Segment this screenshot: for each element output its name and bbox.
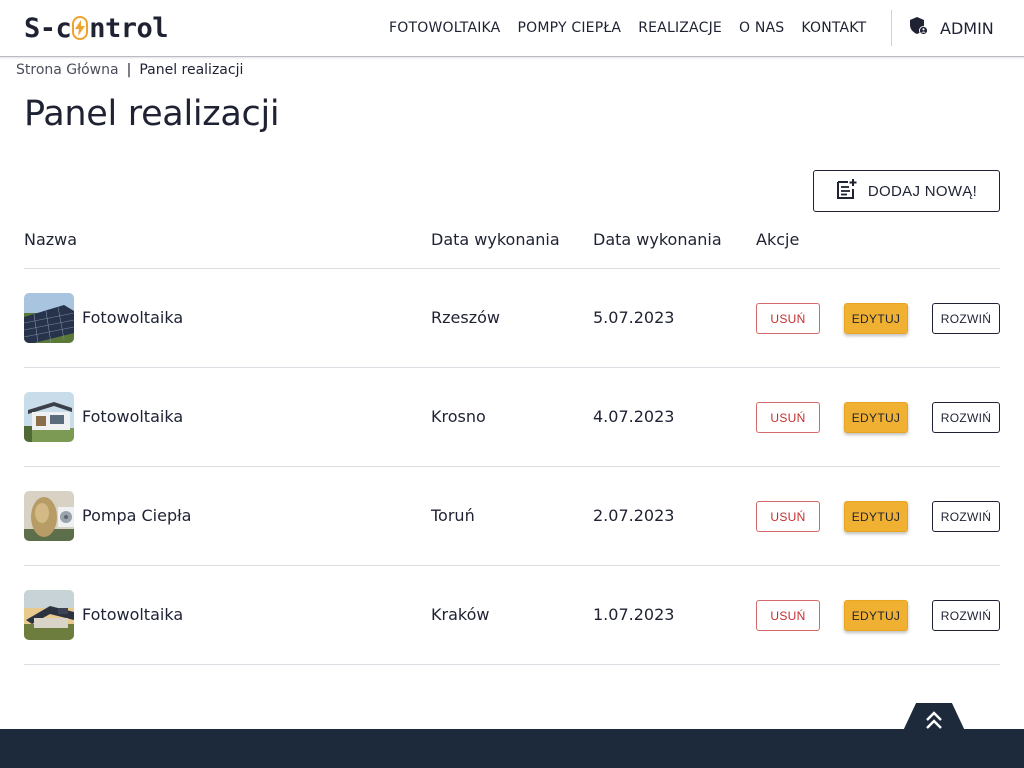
s-control-logo[interactable]: S-c ntrol <box>24 11 169 45</box>
breadcrumb-current: Panel realizacji <box>139 62 244 78</box>
add-new-label: DODAJ NOWĄ! <box>867 182 978 200</box>
header-actions: Akcje <box>756 230 800 249</box>
table-row: Fotowoltaika Krosno 4.07.2023 USUŃ EDYTU… <box>24 368 1000 467</box>
double-chevron-up-icon <box>926 711 942 729</box>
solar-field-thumbnail[interactable] <box>24 293 74 343</box>
table-row: Fotowoltaika Rzeszów 5.07.2023 USUŃ EDYT… <box>24 269 1000 368</box>
nav-fotowoltaika[interactable]: FOTOWOLTAIKA <box>389 20 500 36</box>
table-row: Fotowoltaika Kraków 1.07.2023 USUŃ EDYTU… <box>24 566 1000 665</box>
admin-label: ADMIN <box>940 18 994 38</box>
lightning-bolt-icon <box>72 16 89 40</box>
row-date: 1.07.2023 <box>593 605 675 624</box>
row-location: Kraków <box>431 605 490 624</box>
edit-button[interactable]: EDYTUJ <box>844 600 908 631</box>
main-nav: FOTOWOLTAIKA POMPY CIEPŁA REALIZACJE O N… <box>389 0 866 56</box>
breadcrumb-separator: | <box>126 62 132 78</box>
row-date: 2.07.2023 <box>593 506 675 525</box>
delete-button[interactable]: USUŃ <box>756 402 820 433</box>
row-location: Toruń <box>431 506 475 525</box>
top-header: S-c ntrol FOTOWOLTAIKA POMPY CIEPŁA REAL… <box>0 0 1024 57</box>
expand-button[interactable]: ROZWIŃ <box>932 501 1000 532</box>
row-name: Fotowoltaika <box>82 605 184 624</box>
delete-button[interactable]: USUŃ <box>756 303 820 334</box>
row-name: Fotowoltaika <box>82 407 184 426</box>
shield-user-icon <box>909 16 929 40</box>
header-name: Nazwa <box>24 230 78 249</box>
expand-button[interactable]: ROZWIŃ <box>932 600 1000 631</box>
row-date: 4.07.2023 <box>593 407 675 426</box>
row-name: Fotowoltaika <box>82 308 184 327</box>
breadcrumb: Strona Główna | Panel realizacji <box>16 60 243 80</box>
nav-realizacje[interactable]: REALIZACJE <box>638 20 722 36</box>
edit-button[interactable]: EDYTUJ <box>844 303 908 334</box>
page-footer <box>0 729 1024 768</box>
solar-roof-thumbnail[interactable] <box>24 590 74 640</box>
logo-text-left: S-c <box>24 12 72 44</box>
nav-pompy-ciepla[interactable]: POMPY CIEPŁA <box>517 20 621 36</box>
delete-button[interactable]: USUŃ <box>756 600 820 631</box>
breadcrumb-home[interactable]: Strona Główna <box>16 62 119 78</box>
expand-button[interactable]: ROZWIŃ <box>932 402 1000 433</box>
nav-kontakt[interactable]: KONTAKT <box>801 20 866 36</box>
nav-o-nas[interactable]: O NAS <box>739 20 784 36</box>
note-add-icon <box>836 178 858 204</box>
nav-divider <box>891 10 892 46</box>
expand-button[interactable]: ROZWIŃ <box>932 303 1000 334</box>
modern-house-thumbnail[interactable] <box>24 392 74 442</box>
table-header: Nazwa Data wykonania Data wykonania Akcj… <box>24 220 1000 269</box>
page-title: Panel realizacji <box>24 94 280 134</box>
admin-menu[interactable]: ADMIN <box>909 0 994 56</box>
logo-text-right: ntrol <box>89 12 169 44</box>
heat-pump-thumbnail[interactable] <box>24 491 74 541</box>
edit-button[interactable]: EDYTUJ <box>844 402 908 433</box>
scroll-to-top-button[interactable] <box>902 703 966 733</box>
header-date: Data wykonania <box>593 230 722 249</box>
delete-button[interactable]: USUŃ <box>756 501 820 532</box>
add-new-button[interactable]: DODAJ NOWĄ! <box>813 170 1000 212</box>
table-row: Pompa Ciepła Toruń 2.07.2023 USUŃ EDYTUJ… <box>24 467 1000 566</box>
row-location: Krosno <box>431 407 486 426</box>
header-location: Data wykonania <box>431 230 560 249</box>
row-name: Pompa Ciepła <box>82 506 192 525</box>
edit-button[interactable]: EDYTUJ <box>844 501 908 532</box>
row-location: Rzeszów <box>431 308 500 327</box>
row-date: 5.07.2023 <box>593 308 675 327</box>
